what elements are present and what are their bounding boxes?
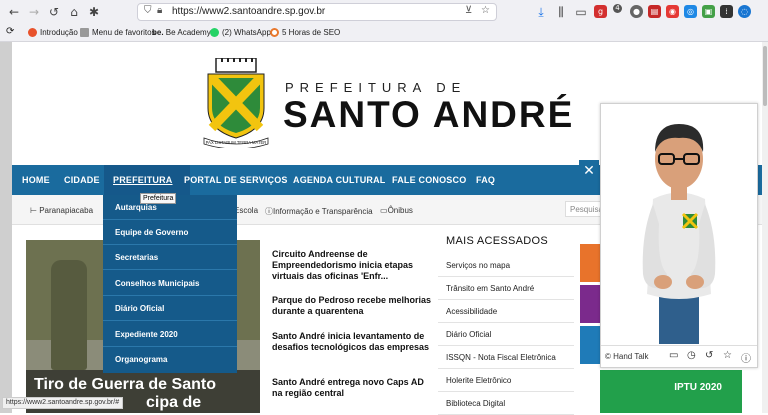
most-accessed-item[interactable]: Acessibilidade xyxy=(438,300,574,323)
extension-red-icon[interactable]: g xyxy=(594,5,607,18)
most-accessed-item[interactable]: ISSQN - Nota Fiscal Eletrônica xyxy=(438,346,574,369)
subtitle-icon[interactable]: ▭ xyxy=(669,350,678,361)
browser-chrome: ← → ↺ ⌂ ✱ ⛉ 🔒︎ https://www2.santoandre.s… xyxy=(0,0,768,42)
printer-icon[interactable]: ▤ xyxy=(648,5,661,18)
most-accessed-item[interactable]: Serviços no mapa xyxy=(438,254,574,277)
handtalk-widget: © Hand Talk ▭ ◷ ↺ ☆ ⓘ xyxy=(600,103,758,368)
extension-green-icon[interactable]: ▣ xyxy=(702,5,715,18)
logo-santo-andre-text: SANTO ANDRÉ xyxy=(283,94,575,135)
quicklink-transparencia[interactable]: ⓘInformação e Transparência xyxy=(265,206,373,217)
sidebar-icon[interactable]: ▭ xyxy=(573,4,589,20)
extension-blue-icon[interactable]: ◎ xyxy=(684,5,697,18)
url-text: https://www2.santoandre.sp.gov.br xyxy=(172,6,326,17)
dropdown-item-equipe-governo[interactable]: Equipe de Governo xyxy=(103,220,237,245)
reload-icon[interactable]: ⟳ xyxy=(6,26,14,37)
bookmark-whatsapp[interactable]: (2) WhatsApp xyxy=(210,28,271,37)
library-icon[interactable]: ⫼ xyxy=(553,4,569,20)
lock-icon[interactable]: 🔒︎ xyxy=(157,5,162,16)
bookmark-seo[interactable]: 5 Horas de SEO xyxy=(270,28,340,37)
iptu-label: IPTU 2020 xyxy=(674,382,722,393)
speed-icon[interactable]: ◷ xyxy=(687,350,696,361)
handtalk-toolbar: © Hand Talk ▭ ◷ ↺ ☆ ⓘ xyxy=(601,345,757,367)
handtalk-close-button[interactable]: ✕ xyxy=(579,160,599,182)
dropdown-item-organograma[interactable]: Organograma xyxy=(103,347,237,372)
news-item[interactable]: Circuito Andreense de Empreendedorismo i… xyxy=(272,249,432,282)
browser-toolbar: ← → ↺ ⌂ ✱ ⛉ 🔒︎ https://www2.santoandre.s… xyxy=(0,0,768,24)
news-item[interactable]: Santo André entrega novo Caps AD na regi… xyxy=(272,377,432,399)
seo-icon xyxy=(270,28,279,37)
city-crest-logo[interactable]: PAX LISTARUM TERRA MATER xyxy=(200,58,272,148)
news-item[interactable]: Parque do Pedroso recebe melhorias duran… xyxy=(272,295,432,317)
extension-chat-icon[interactable]: ◌ xyxy=(738,5,751,18)
dropdown-item-conselhos[interactable]: Conselhos Municipais xyxy=(103,271,237,296)
most-accessed-title: MAIS ACESSADOS xyxy=(446,235,549,247)
extension-grid-icon[interactable]: ⁞ xyxy=(720,5,733,18)
scrollbar-thumb[interactable] xyxy=(763,46,767,106)
most-accessed-item[interactable]: Biblioteca Digital xyxy=(438,392,574,415)
quicklink-onibus[interactable]: ▭Ônibus xyxy=(380,206,413,215)
page-scrollbar[interactable] xyxy=(762,42,768,413)
help-icon[interactable]: ⓘ xyxy=(741,350,751,365)
status-bar-url: https://www2.santoandre.sp.gov.br/# xyxy=(2,397,124,409)
bookmarks-bar: ⟳ Introdução Menu de favoritos be. Be Ac… xyxy=(0,24,768,42)
handtalk-avatar xyxy=(642,124,716,344)
profile-icon[interactable]: ● xyxy=(630,5,643,18)
shield-icon[interactable]: ⛉ xyxy=(144,5,152,16)
bookmark-menu-favoritos[interactable]: Menu de favoritos xyxy=(80,28,156,37)
handtalk-label: © Hand Talk xyxy=(605,352,649,361)
train-icon: ⊢ xyxy=(30,206,37,215)
hero-person xyxy=(51,260,87,370)
left-edge-strip xyxy=(0,42,12,413)
most-accessed-item[interactable]: Trânsito em Santo André xyxy=(438,277,574,300)
favorite-icon[interactable]: ☆ xyxy=(723,350,732,361)
service-tile[interactable] xyxy=(580,326,602,364)
forward-icon[interactable]: → xyxy=(26,4,42,20)
service-tile[interactable] xyxy=(580,285,602,323)
bookmark-star-icon[interactable]: ☆ xyxy=(481,5,490,16)
folder-icon xyxy=(80,28,89,37)
bus-icon: ▭ xyxy=(380,206,388,215)
nav-home[interactable]: HOME xyxy=(22,175,50,185)
site-search-input[interactable]: Pesquisar xyxy=(565,201,605,217)
history-icon[interactable]: ↺ xyxy=(46,4,62,20)
dropdown-item-secretarias[interactable]: Secretarias xyxy=(103,245,237,270)
extension-pink-icon[interactable]: ◉ xyxy=(666,5,679,18)
quicklink-paranapiacaba[interactable]: ⊢ Paranapiacaba xyxy=(30,206,93,215)
nav-agenda-cultural[interactable]: AGENDA CULTURAL xyxy=(293,175,386,185)
home-icon[interactable]: ⌂ xyxy=(66,4,82,20)
nav-cidade[interactable]: CIDADE xyxy=(64,175,100,185)
back-icon[interactable]: ← xyxy=(6,4,22,20)
news-item[interactable]: Santo André inicia levantamento de desaf… xyxy=(272,331,432,353)
info-icon: ⓘ xyxy=(265,207,273,216)
firefox-icon xyxy=(28,28,37,37)
nav-fale-conosco[interactable]: FALE CONOSCO xyxy=(392,175,466,185)
nav-prefeitura[interactable]: PREFEITURA xyxy=(113,175,173,185)
quicklink-escola[interactable]: Escola xyxy=(234,206,258,215)
dropdown-item-expediente[interactable]: Expediente 2020 xyxy=(103,322,237,347)
url-bar[interactable]: ⛉ 🔒︎ https://www2.santoandre.sp.gov.br ⊻… xyxy=(137,3,497,21)
most-accessed-panel: MAIS ACESSADOS Serviços no mapa Trânsito… xyxy=(438,228,574,415)
nav-portal-servicos[interactable]: PORTAL DE SERVIÇOS xyxy=(184,175,288,185)
service-tile[interactable] xyxy=(580,244,602,282)
most-accessed-item[interactable]: Diário Oficial xyxy=(438,323,574,346)
nav-faq[interactable]: FAQ xyxy=(476,175,495,185)
prefeitura-dropdown: Autarquias Equipe de Governo Secretarias… xyxy=(103,195,237,373)
download-icon[interactable]: ⤓ xyxy=(533,4,549,20)
notification-badge: 4 xyxy=(613,4,622,13)
iptu-banner[interactable]: IPTU 2020 xyxy=(600,370,742,413)
most-accessed-item[interactable]: Holerite Eletrônico xyxy=(438,369,574,392)
extensions-icon[interactable]: ✱ xyxy=(86,4,102,20)
bookmark-be-academy[interactable]: be. Be Academy xyxy=(152,28,211,37)
nav-tooltip: Prefeitura xyxy=(140,193,177,204)
pocket-icon[interactable]: ⊻ xyxy=(465,5,472,16)
bookmark-introducao[interactable]: Introdução xyxy=(28,28,78,37)
whatsapp-icon xyxy=(210,28,219,37)
crest-motto: PAX LISTARUM TERRA MATER xyxy=(206,140,267,145)
dropdown-item-diario-oficial[interactable]: Diário Oficial xyxy=(103,296,237,321)
logo-prefeitura-text: PREFEITURA DE xyxy=(285,80,467,95)
replay-icon[interactable]: ↺ xyxy=(705,350,713,361)
